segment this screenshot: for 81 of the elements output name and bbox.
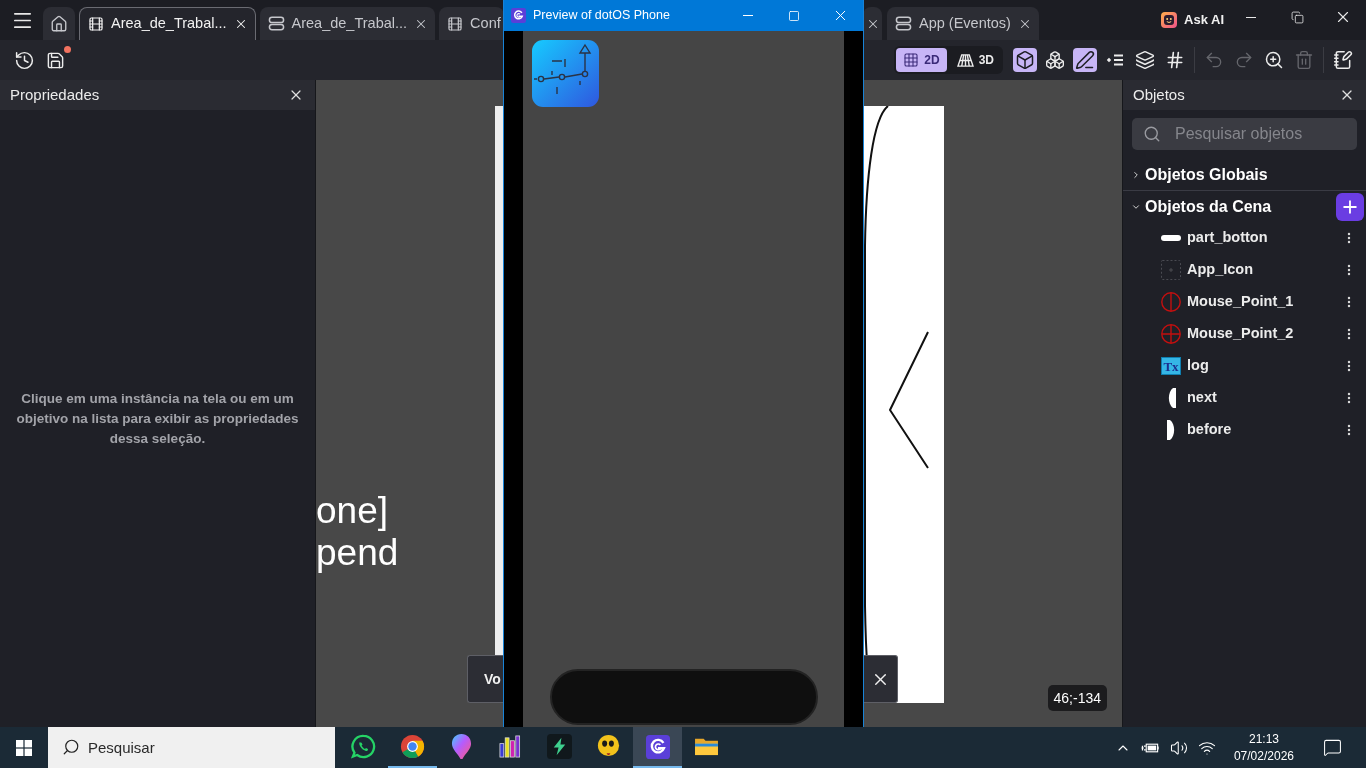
layers-tool-button[interactable] [1133,48,1157,72]
chevron-right-icon[interactable] [1131,169,1141,180]
editor-tab[interactable]: Conf [439,7,504,40]
text-object-icon: Tx [1161,357,1181,375]
smiley-tile-icon [1161,12,1177,28]
group-heading[interactable]: Objetos Globais [1145,162,1268,187]
clock-time[interactable]: 21:13 [1248,730,1279,748]
taskbar-search-field[interactable]: Pesquisar [48,727,335,768]
history-button[interactable] [13,49,35,71]
search-icon [62,738,80,756]
undo-icon [1204,50,1224,70]
tricolor-ring-icon [400,734,425,759]
phone-bubble-icon [351,734,376,759]
home-tab[interactable] [43,7,75,40]
notebook-pen-icon [1333,50,1353,70]
clock-arrow-icon [13,49,35,71]
redo-icon [1234,50,1254,70]
folder-icon [694,736,719,757]
lightning-icon [547,734,572,759]
app-logo-icon [645,734,670,759]
app-icon [532,40,599,107]
zoom-in-icon [1264,50,1284,70]
instances-tool-button[interactable] [1043,48,1067,72]
trash-icon [1294,50,1314,70]
object-list-item[interactable]: Mouse_Point_2 [1123,318,1366,350]
cube-icon [1015,50,1035,70]
taskbar-app-button[interactable] [633,727,682,768]
panel-title: Objetos [1133,84,1185,105]
pencil-icon [1075,50,1095,70]
object-list-item[interactable]: Tx log [1123,350,1366,382]
minimize-icon [1246,16,1256,18]
window-title: Preview of dotOS Phone [533,7,670,25]
film-icon [88,16,104,32]
search-field[interactable]: Pesquisar objetos [1132,118,1357,150]
minimize-icon [743,15,753,16]
notification-text: Vo [484,669,501,689]
app-logo-icon [511,8,526,23]
speech-bubble-icon [1322,738,1342,757]
view-mode-tab[interactable]: 2D [896,48,947,72]
dashed-square-icon [1161,260,1181,280]
empty-state-message: Clique em uma instância na tela ou em um objetivo na lista para exibir as propriedades dessa seleção. [15,389,300,448]
coordinates-badge: 46;-134 [1047,685,1107,711]
stacked-bars-icon [895,15,912,32]
scene-text: one] [316,490,389,532]
layers-icon [1135,50,1155,70]
balloon-icon [451,733,472,760]
bar-chart-icon [498,734,523,759]
group-heading[interactable]: Objetos da Cena [1145,194,1272,219]
film-icon [447,15,464,32]
object-list-item[interactable]: App_Icon [1123,254,1366,286]
object-list-item[interactable]: Mouse_Point_1 [1123,286,1366,318]
editor-tab[interactable]: Area_de_Trabal... [259,7,436,40]
object-list-item[interactable]: before [1123,414,1366,446]
edit-tool-button[interactable] [1073,48,1097,72]
battery-plug-icon[interactable] [1140,741,1160,754]
maximize-icon [788,9,800,22]
perspective-grid-icon [956,52,974,68]
add-object-button[interactable] [1336,192,1364,221]
home-icon [50,14,68,33]
panel-title: Propriedades [10,84,100,105]
clock-date[interactable]: 07/02/2026 [1233,747,1294,765]
search-icon [1143,125,1161,143]
hash-icon [1165,50,1185,70]
grid-icon [903,52,920,68]
ask-ai-button[interactable]: Ask AI [1161,0,1224,40]
view-mode-tab[interactable]: 3D [949,48,1001,72]
notes-button[interactable] [1331,48,1355,72]
cubes-icon [1045,50,1065,70]
crosshair-icon [1161,324,1181,344]
smiley-face-icon [596,734,621,759]
object-list-item[interactable]: part_botton [1123,222,1366,254]
bar-icon [1161,235,1181,241]
editor-tab[interactable]: Area_de_Trabal... [79,7,256,40]
scene-text: pend [316,532,399,574]
windows-logo-icon [16,739,32,756]
stacked-bars-icon [267,15,285,32]
object-list-item[interactable]: next [1123,382,1366,414]
editor-tab[interactable]: App (Eventos) [887,7,1039,40]
restore-icon [1290,10,1304,24]
speaker-icon[interactable] [1169,738,1188,757]
object-tool-button[interactable] [1013,48,1037,72]
